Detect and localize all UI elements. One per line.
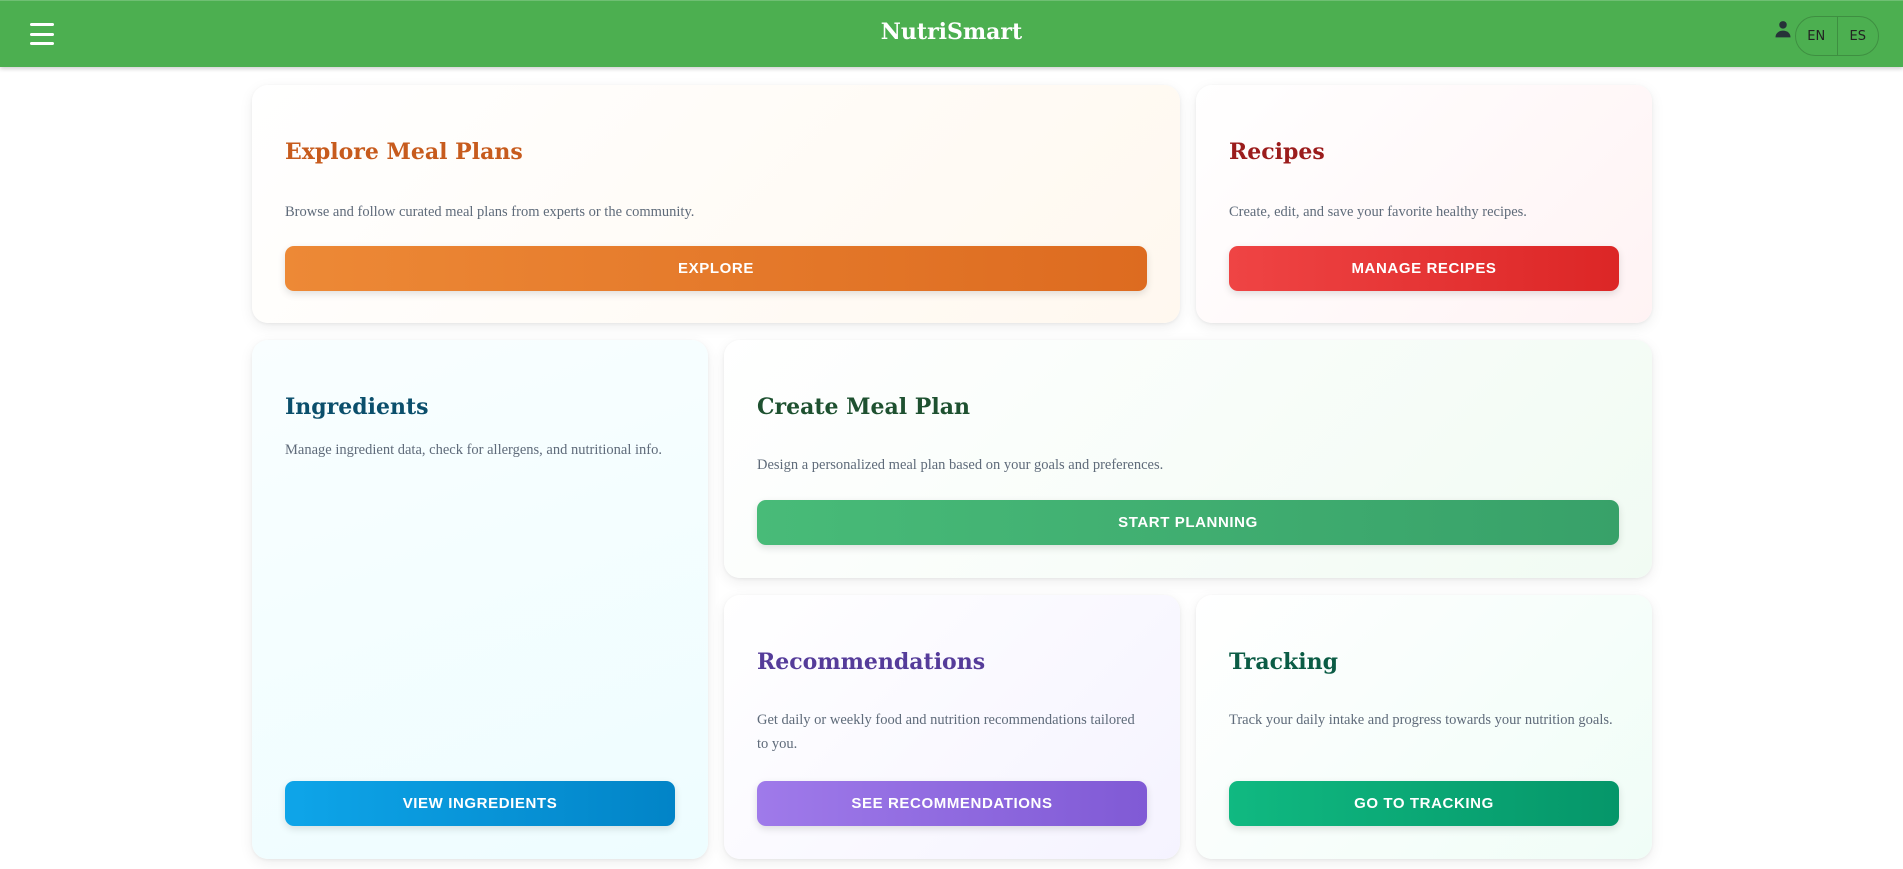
recommendations-card-description: Get daily or weekly food and nutrition r… bbox=[757, 712, 1135, 752]
recipes-card-description: Create, edit, and save your favorite hea… bbox=[1229, 204, 1527, 220]
tracking-card: Tracking Track your daily intake and pro… bbox=[1196, 595, 1652, 859]
recipes-card: Recipes Create, edit, and save your favo… bbox=[1196, 85, 1652, 323]
app-title: NutriSmart bbox=[880, 19, 1023, 45]
app-bar: NutriSmart EN ES bbox=[0, 0, 1903, 67]
language-en-button[interactable]: EN bbox=[1796, 17, 1837, 55]
create-meal-plan-card: Create Meal Plan Design a personalized m… bbox=[724, 340, 1652, 578]
ingredients-card-description: Manage ingredient data, check for allerg… bbox=[285, 442, 662, 458]
see-recommendations-button[interactable]: SEE RECOMMENDATIONS bbox=[757, 781, 1147, 826]
tracking-card-title: Tracking bbox=[1229, 649, 1338, 675]
create-card-title: Create Meal Plan bbox=[757, 394, 970, 420]
go-to-tracking-button[interactable]: GO TO TRACKING bbox=[1229, 781, 1619, 826]
manage-recipes-button[interactable]: MANAGE RECIPES bbox=[1229, 246, 1619, 291]
account-person-icon[interactable] bbox=[1773, 19, 1793, 39]
recipes-card-title: Recipes bbox=[1229, 139, 1325, 165]
language-toggle: EN ES bbox=[1795, 16, 1879, 56]
create-card-description: Design a personalized meal plan based on… bbox=[757, 457, 1164, 473]
recommendations-card: Recommendations Get daily or weekly food… bbox=[724, 595, 1180, 859]
ingredients-card-title: Ingredients bbox=[285, 394, 429, 420]
tracking-card-description: Track your daily intake and progress tow… bbox=[1229, 712, 1613, 728]
recommendations-card-title: Recommendations bbox=[757, 649, 986, 675]
explore-card-description: Browse and follow curated meal plans fro… bbox=[285, 204, 695, 220]
language-es-button[interactable]: ES bbox=[1836, 17, 1879, 55]
explore-card-title: Explore Meal Plans bbox=[285, 139, 523, 165]
explore-meal-plans-card: Explore Meal Plans Browse and follow cur… bbox=[252, 85, 1180, 323]
explore-button[interactable]: EXPLORE bbox=[285, 246, 1147, 291]
start-planning-button[interactable]: START PLANNING bbox=[757, 500, 1619, 545]
view-ingredients-button[interactable]: VIEW INGREDIENTS bbox=[285, 781, 675, 826]
ingredients-card: Ingredients Manage ingredient data, chec… bbox=[252, 340, 708, 859]
